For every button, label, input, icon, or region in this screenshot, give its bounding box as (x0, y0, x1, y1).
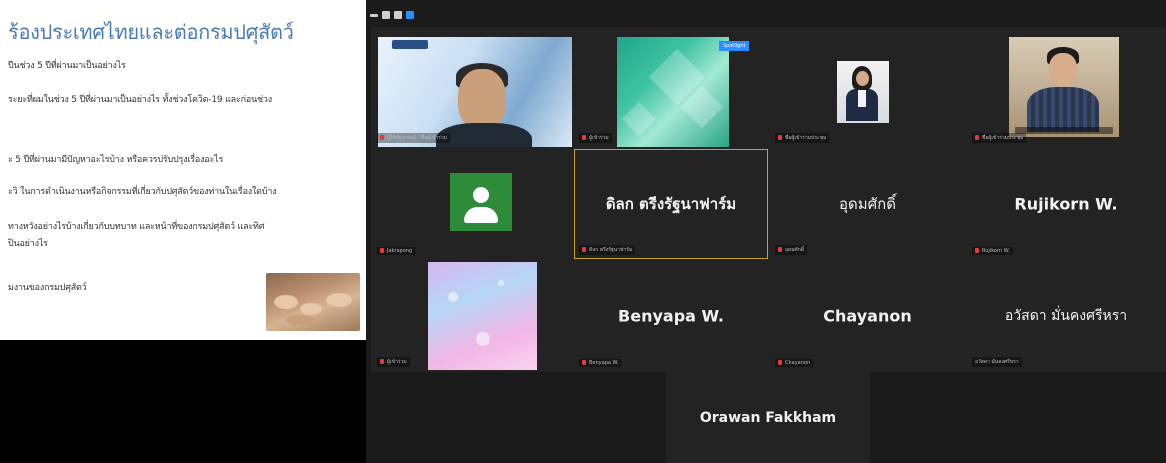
pink-bg-video (428, 262, 537, 370)
participant-label: ชื่อผู้เข้าร่วมประชุม (775, 133, 830, 143)
participant-tile[interactable]: Benyapa W. Benyapa W. (573, 260, 769, 372)
spotlight-tag: Spotlight (719, 41, 750, 51)
participant-name: อวัสดา มั่นคงศรีหรา (1004, 308, 1128, 324)
participant-label: ชื่อผู้เข้าร่วมประชุม (972, 133, 1027, 143)
mic-muted-icon (582, 135, 586, 140)
green-bg-video (617, 37, 729, 147)
livestock-photo (266, 273, 360, 331)
mic-muted-icon (582, 360, 586, 365)
participant-name: ดิลก ตรีงรัฐนาฟาร์ม (605, 195, 737, 213)
participant-tile[interactable]: ชื่อผู้เข้าร่วมประชุม (769, 27, 966, 148)
participant-tile[interactable]: ผู้เข้าร่วม (371, 260, 573, 372)
woman-video (837, 61, 889, 123)
participant-label: ผู้ให้สัมภาษณ์ / ชื่อผู้เข้าร่วม (377, 133, 450, 143)
participant-tile[interactable]: อุดมศักดิ์ อุดมศักดิ์ (769, 148, 966, 260)
participant-tile[interactable]: ชื่อผู้เข้าร่วมประชุม (966, 27, 1166, 148)
mic-muted-icon (778, 360, 782, 365)
participant-tile[interactable]: Spotlight ผู้เข้าร่วม (573, 27, 769, 148)
participant-label: Rujikorn W. (972, 247, 1013, 255)
empty-screen-area (0, 340, 366, 463)
participant-label: อุดมศักดิ์ (775, 245, 807, 255)
grid-view-icon[interactable] (394, 11, 402, 19)
mic-muted-icon (380, 135, 384, 140)
person-icon (473, 187, 489, 203)
participant-label: ดิลก ตรีงรัฐนาฟาร์ม (579, 245, 636, 255)
participant-label: อวัสดา มั่นคงศรีหรา (972, 357, 1022, 367)
mic-muted-icon (582, 247, 586, 252)
participant-name: Orawan Fakkham (699, 409, 837, 426)
participant-tile[interactable]: Jakrapong (371, 148, 573, 260)
mic-muted-icon (975, 135, 979, 140)
slide-line: ทางหวังอย่างไรบ้างเกี่ยวกับบทบาท และหน้า… (8, 222, 265, 232)
mic-muted-icon (380, 248, 384, 253)
participant-name: Benyapa W. (618, 306, 724, 326)
meeting-toolbar (370, 9, 414, 21)
shared-slide: ร้องประเทศไทยและต่อกรมปศุสัตว์ ปีนช่วง 5… (0, 0, 366, 340)
window-icon[interactable] (382, 11, 390, 19)
participant-name: Chayanon (823, 306, 912, 326)
participant-name: อุดมศักดิ์ (839, 195, 896, 213)
host-video (378, 37, 572, 147)
mic-muted-icon (975, 248, 979, 253)
slide-line: ปินอย่างไร (8, 239, 48, 249)
participant-tile[interactable]: Chayanon Chayanon (769, 260, 966, 372)
participant-name: Rujikorn W. (1014, 194, 1118, 214)
active-speaker-tile[interactable]: ดิลก ตรีงรัฐนาฟาร์ม ดิลก ตรีงรัฐนาฟาร์ม (573, 148, 769, 260)
slide-line: ะ 5 ปีที่ผ่านมามีปัญหาอะไรบ้าง หรือควรปร… (8, 155, 224, 165)
meeting-gallery: ผู้ให้สัมภาษณ์ / ชื่อผู้เข้าร่วม Spotlig… (366, 0, 1166, 463)
org-badge-icon (392, 40, 428, 49)
mic-muted-icon (778, 247, 782, 252)
zoom-app-icon[interactable] (406, 11, 414, 19)
slide-line: มงานของกรมปศุสัตว์ (8, 283, 87, 293)
participant-label: ผู้เข้าร่วม (579, 133, 612, 143)
man-video (1009, 37, 1119, 137)
mic-muted-icon (778, 135, 782, 140)
participant-tile[interactable]: ผู้ให้สัมภาษณ์ / ชื่อผู้เข้าร่วม (371, 27, 573, 148)
participant-label: Benyapa W. (579, 359, 622, 367)
slide-title: ร้องประเทศไทยและต่อกรมปศุสัตว์ (8, 20, 294, 44)
participant-tile[interactable]: อวัสดา มั่นคงศรีหรา อวัสดา มั่นคงศรีหรา (966, 260, 1166, 372)
participant-label: ผู้เข้าร่วม (377, 357, 410, 367)
slide-line: ระยะที่ผมในช่วง 5 ปีที่ผ่านมาเป็นอย่างไร… (8, 95, 272, 105)
slide-line: ะวิ ในการดำเนินงานหรือกิจกรรมที่เกี่ยวกั… (8, 187, 277, 197)
avatar (450, 173, 512, 231)
participant-tile[interactable]: Rujikorn W. Rujikorn W. (966, 148, 1166, 260)
mic-muted-icon (380, 359, 384, 364)
participant-tile[interactable]: Orawan Fakkham (666, 372, 870, 463)
slide-line: ปีนช่วง 5 ปีที่ผ่านมาเป็นอย่างไร (8, 61, 126, 71)
minimize-icon[interactable] (370, 13, 378, 17)
participant-label: Chayanon (775, 359, 814, 367)
participant-label: Jakrapong (377, 247, 416, 255)
